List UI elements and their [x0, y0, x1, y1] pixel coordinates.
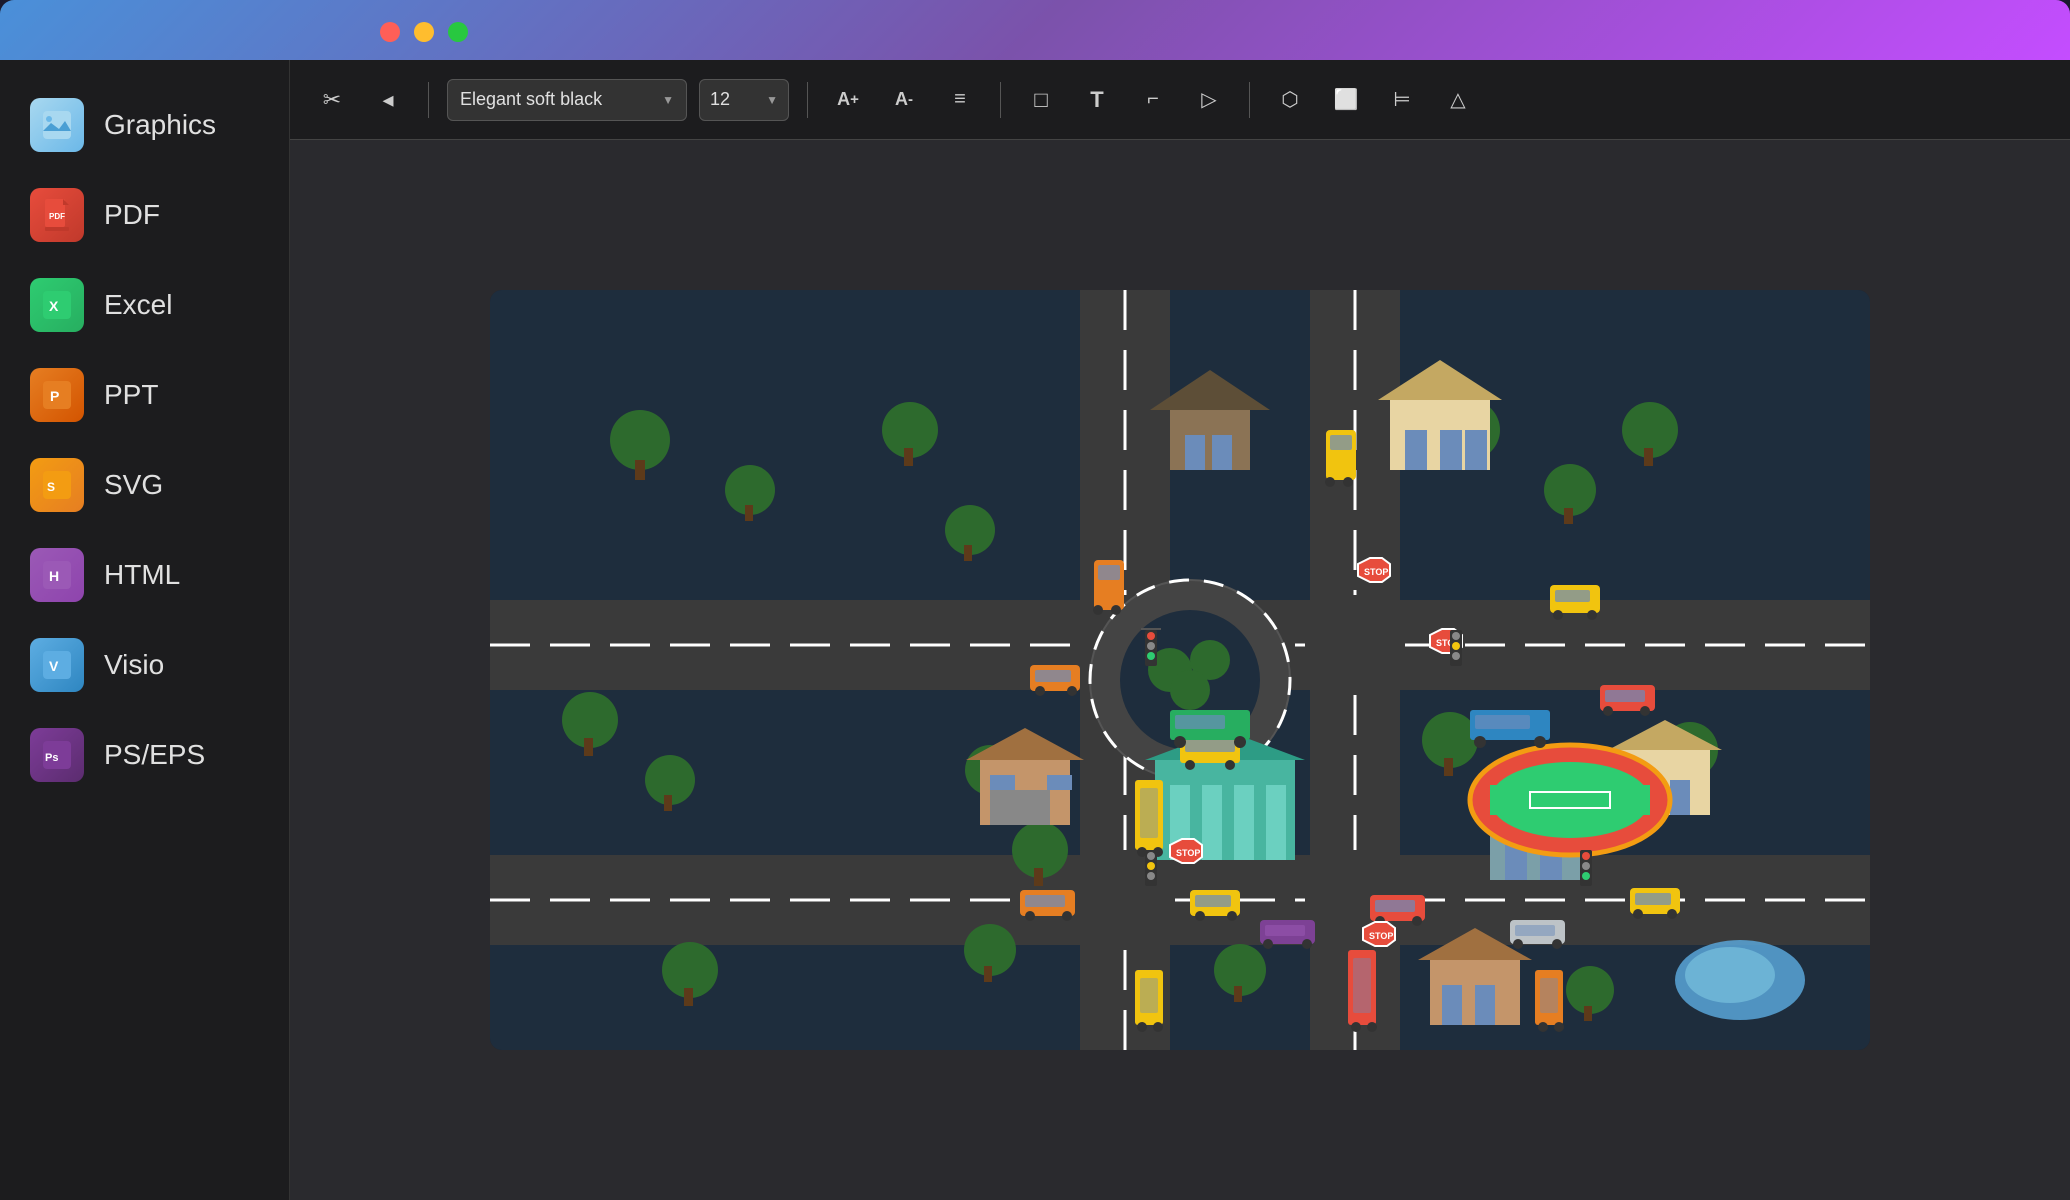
toolbar-divider-1	[428, 82, 429, 118]
font-size-value: 12	[710, 89, 730, 110]
traffic-light-green[interactable]	[448, 22, 468, 42]
text-button[interactable]: T	[1075, 78, 1119, 122]
svg-text:Ps: Ps	[45, 752, 58, 764]
sidebar-item-label-visio: Visio	[104, 649, 164, 681]
sidebar-item-label-pseps: PS/EPS	[104, 739, 205, 771]
arrow-button[interactable]: ◂	[366, 78, 410, 122]
html-icon: H	[30, 548, 84, 602]
toolbar-divider-2	[807, 82, 808, 118]
sidebar-item-svg[interactable]: S SVG	[0, 440, 289, 530]
triangle-button[interactable]: △	[1436, 78, 1480, 122]
font-name-select[interactable]: Elegant soft black ▼	[447, 79, 687, 121]
sidebar-item-ppt[interactable]: P PPT	[0, 350, 289, 440]
traffic-lights	[380, 22, 468, 42]
align-button[interactable]: ≡	[938, 78, 982, 122]
sidebar-item-label-graphics: Graphics	[104, 109, 216, 141]
toolbar: ✂ ◂ Elegant soft black ▼ 12 ▼ A+ A- ≡ □ …	[290, 60, 2070, 140]
font-name-value: Elegant soft black	[460, 89, 602, 110]
road-map-svg: STOP STOP STOP STOP	[490, 290, 1870, 1050]
sidebar-item-visio[interactable]: V Visio	[0, 620, 289, 710]
angle-button[interactable]: ⌐	[1131, 78, 1175, 122]
align2-button[interactable]: ⊨	[1380, 78, 1424, 122]
svg-text:P: P	[50, 388, 59, 404]
rectangle-button[interactable]: □	[1019, 78, 1063, 122]
pointer-button[interactable]: ▷	[1187, 78, 1231, 122]
font-larger-button[interactable]: A+	[826, 78, 870, 122]
main-layout: Graphics PDF PDF X Excel	[0, 60, 2070, 1200]
sidebar: Graphics PDF PDF X Excel	[0, 60, 290, 1200]
cut-button[interactable]: ✂	[310, 78, 354, 122]
pseps-icon: Ps	[30, 728, 84, 782]
svg-text:STOP: STOP	[1369, 931, 1393, 941]
sidebar-item-excel[interactable]: X Excel	[0, 260, 289, 350]
svg-text:STOP: STOP	[1176, 848, 1200, 858]
toolbar-divider-3	[1000, 82, 1001, 118]
svg-text:V: V	[49, 658, 59, 674]
font-smaller-button[interactable]: A-	[882, 78, 926, 122]
font-size-arrow: ▼	[766, 93, 778, 107]
sidebar-item-graphics[interactable]: Graphics	[0, 80, 289, 170]
ppt-icon: P	[30, 368, 84, 422]
svg-text:STOP: STOP	[1364, 567, 1388, 577]
svg-text:PDF: PDF	[49, 212, 65, 221]
layers-button[interactable]: ⬡	[1268, 78, 1312, 122]
sidebar-item-label-html: HTML	[104, 559, 180, 591]
sidebar-item-label-ppt: PPT	[104, 379, 158, 411]
canvas-area: STOP STOP STOP STOP	[290, 140, 2070, 1200]
sidebar-item-label-excel: Excel	[104, 289, 172, 321]
excel-icon: X	[30, 278, 84, 332]
sidebar-item-label-pdf: PDF	[104, 199, 160, 231]
visio-icon: V	[30, 638, 84, 692]
svg-text:H: H	[49, 568, 59, 584]
sidebar-item-label-svg: SVG	[104, 469, 163, 501]
svg-text:X: X	[49, 298, 59, 314]
svg-icon: S	[30, 458, 84, 512]
toolbar-divider-4	[1249, 82, 1250, 118]
canvas[interactable]: STOP STOP STOP STOP	[490, 290, 1870, 1050]
content-area: ✂ ◂ Elegant soft black ▼ 12 ▼ A+ A- ≡ □ …	[290, 60, 2070, 1200]
graphics-icon	[30, 98, 84, 152]
font-name-arrow: ▼	[662, 93, 674, 107]
svg-text:S: S	[47, 480, 55, 494]
sidebar-item-pdf[interactable]: PDF PDF	[0, 170, 289, 260]
pdf-icon: PDF	[30, 188, 84, 242]
sidebar-item-pseps[interactable]: Ps PS/EPS	[0, 710, 289, 800]
font-size-select[interactable]: 12 ▼	[699, 79, 789, 121]
sidebar-item-html[interactable]: H HTML	[0, 530, 289, 620]
traffic-light-red[interactable]	[380, 22, 400, 42]
traffic-light-yellow[interactable]	[414, 22, 434, 42]
frame-button[interactable]: ⬜	[1324, 78, 1368, 122]
window-chrome	[0, 0, 2070, 60]
